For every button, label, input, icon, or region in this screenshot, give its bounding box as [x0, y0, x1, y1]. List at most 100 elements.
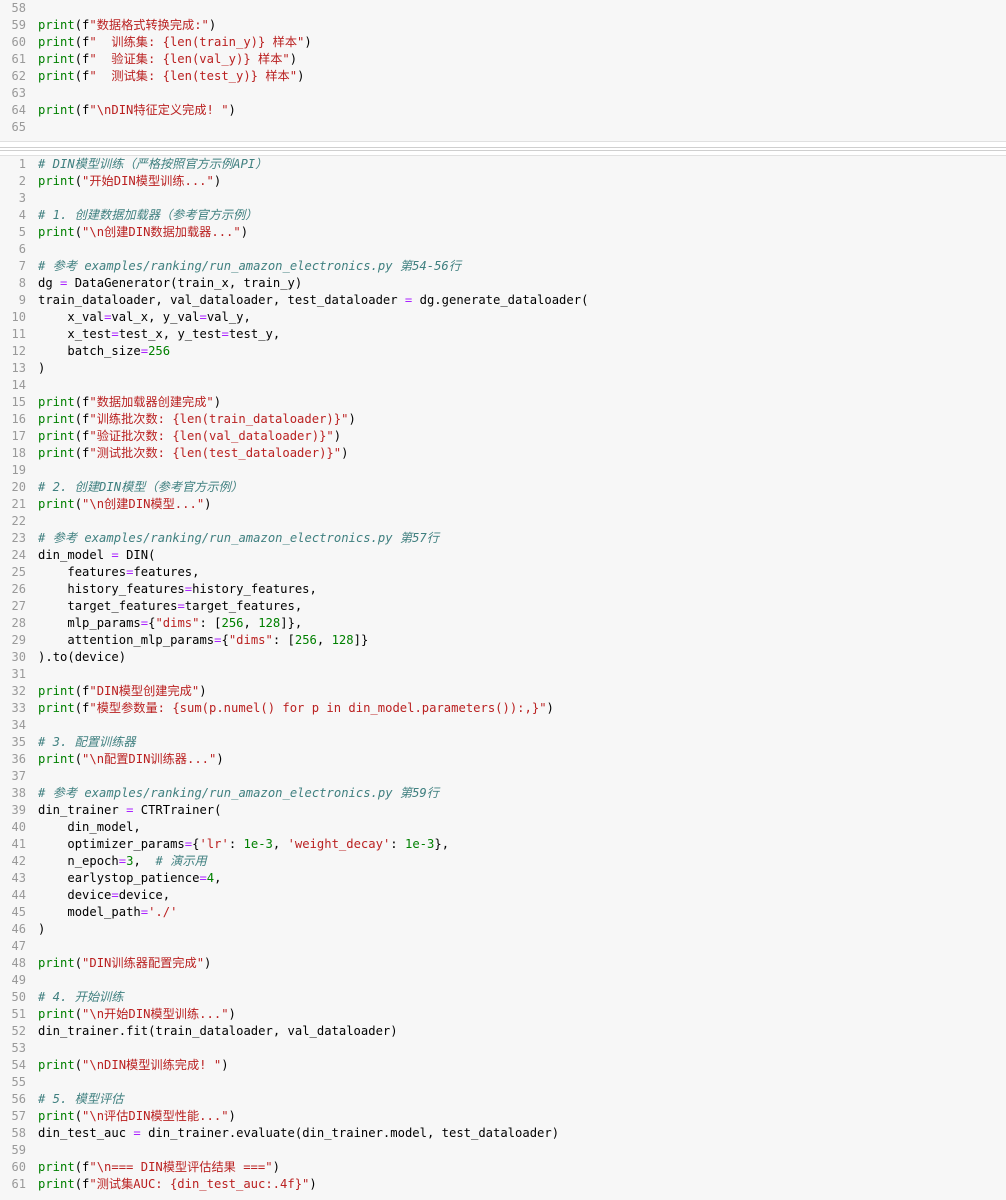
line-number: 34	[11, 718, 26, 732]
code-line[interactable]: 13)	[0, 360, 1006, 377]
code-line[interactable]: 39 din_trainer = CTRTrainer(	[0, 802, 1006, 819]
code-line[interactable]: 38 # 参考 examples/ranking/run_amazon_elect…	[0, 785, 1006, 802]
code-cell-bottom[interactable]: 1 # DIN模型训练（严格按照官方示例API） 2 print("开始DIN模型训练…	[0, 155, 1006, 1200]
code-line[interactable]: 25 features=features,	[0, 564, 1006, 581]
line-number: 60	[11, 1160, 26, 1174]
code-line[interactable]: 34	[0, 717, 1006, 734]
code-line[interactable]: 46)	[0, 921, 1006, 938]
line-number: 48	[11, 956, 26, 970]
code-line[interactable]: 12 batch_size=256	[0, 343, 1006, 360]
line-number: 29	[11, 633, 26, 647]
code-line[interactable]: 20 # 2. 创建DIN模型（参考官方示例）	[0, 479, 1006, 496]
line-number: 61	[11, 52, 26, 66]
code-line[interactable]: 43 earlystop_patience=4,	[0, 870, 1006, 887]
line-code: # 4. 开始训练	[38, 990, 124, 1004]
line-number: 60	[11, 35, 26, 49]
code-line[interactable]: 1 # DIN模型训练（严格按照官方示例API）	[0, 156, 1006, 173]
code-line[interactable]: 33 print(f"模型参数量: {sum(p.numel() for p in…	[0, 700, 1006, 717]
code-line[interactable]: 42 n_epoch=3, # 演示用	[0, 853, 1006, 870]
code-line[interactable]: 16 print(f"训练批次数: {len(train_dataloader)}…	[0, 411, 1006, 428]
line-number: 54	[11, 1058, 26, 1072]
code-line[interactable]: 44 device=device,	[0, 887, 1006, 904]
code-line[interactable]: 5 print("\n创建DIN数据加载器...")	[0, 224, 1006, 241]
code-line[interactable]: 62 print(f" 测试集: {len(test_y)} 样本")	[0, 68, 1006, 85]
code-line[interactable]: 2 print("开始DIN模型训练...")	[0, 173, 1006, 190]
code-line[interactable]: 59 print(f"数据格式转换完成:")	[0, 17, 1006, 34]
code-line[interactable]: 27 target_features=target_features,	[0, 598, 1006, 615]
code-line[interactable]: 53	[0, 1040, 1006, 1057]
code-line[interactable]: 7 # 参考 examples/ranking/run_amazon_electr…	[0, 258, 1006, 275]
code-line[interactable]: 8 dg = DataGenerator(train_x, train_y)	[0, 275, 1006, 292]
code-line[interactable]: 19	[0, 462, 1006, 479]
code-line[interactable]: 40 din_model,	[0, 819, 1006, 836]
code-line[interactable]: 18 print(f"测试批次数: {len(test_dataloader)}"…	[0, 445, 1006, 462]
code-line[interactable]: 52 din_trainer.fit(train_dataloader, val_…	[0, 1023, 1006, 1040]
code-line[interactable]: 14	[0, 377, 1006, 394]
line-code: print(f"数据加载器创建完成")	[38, 395, 222, 409]
line-number: 39	[11, 803, 26, 817]
code-line[interactable]: 64 print(f"\nDIN特征定义完成! ")	[0, 102, 1006, 119]
code-line[interactable]: 31	[0, 666, 1006, 683]
code-line[interactable]: 11 x_test=test_x, y_test=test_y,	[0, 326, 1006, 343]
code-line[interactable]: 4 # 1. 创建数据加载器（参考官方示例）	[0, 207, 1006, 224]
line-number: 10	[11, 310, 26, 324]
code-line[interactable]: 61 print(f" 验证集: {len(val_y)} 样本")	[0, 51, 1006, 68]
code-line[interactable]: 47	[0, 938, 1006, 955]
code-line[interactable]: 24 din_model = DIN(	[0, 547, 1006, 564]
code-line[interactable]: 28 mlp_params={"dims": [256, 128]},	[0, 615, 1006, 632]
code-line[interactable]: 65	[0, 119, 1006, 136]
code-line[interactable]: 30).to(device)	[0, 649, 1006, 666]
code-line[interactable]: 9 train_dataloader, val_dataloader, test_…	[0, 292, 1006, 309]
line-code: print(f"测试集AUC: {din_test_auc:.4f}")	[38, 1177, 317, 1191]
line-number: 4	[18, 208, 26, 222]
code-line[interactable]: 35 # 3. 配置训练器	[0, 734, 1006, 751]
code-line[interactable]: 49	[0, 972, 1006, 989]
line-code: x_test=test_x, y_test=test_y,	[67, 327, 281, 341]
code-line[interactable]: 21 print("\n创建DIN模型...")	[0, 496, 1006, 513]
line-number: 36	[11, 752, 26, 766]
line-number: 44	[11, 888, 26, 902]
code-line[interactable]: 58 din_test_auc = din_trainer.evaluate(di…	[0, 1125, 1006, 1142]
line-number: 53	[11, 1041, 26, 1055]
code-line[interactable]: 32 print(f"DIN模型创建完成")	[0, 683, 1006, 700]
code-line[interactable]: 23 # 参考 examples/ranking/run_amazon_elect…	[0, 530, 1006, 547]
code-line[interactable]: 48 print("DIN训练器配置完成")	[0, 955, 1006, 972]
code-line[interactable]: 37	[0, 768, 1006, 785]
code-line[interactable]: 58	[0, 0, 1006, 17]
code-line[interactable]: 50 # 4. 开始训练	[0, 989, 1006, 1006]
code-line[interactable]: 41 optimizer_params={'lr': 1e-3, 'weight…	[0, 836, 1006, 853]
line-code: attention_mlp_params={"dims": [256, 128]…	[67, 633, 369, 647]
code-line[interactable]: 22	[0, 513, 1006, 530]
code-line[interactable]: 60 print(f" 训练集: {len(train_y)} 样本")	[0, 34, 1006, 51]
line-number: 17	[11, 429, 26, 443]
line-code: earlystop_patience=4,	[67, 871, 222, 885]
code-line[interactable]: 55	[0, 1074, 1006, 1091]
line-code: print(f"\nDIN特征定义完成! ")	[38, 103, 236, 117]
code-line[interactable]: 15 print(f"数据加载器创建完成")	[0, 394, 1006, 411]
line-number: 62	[11, 69, 26, 83]
line-code: din_trainer.fit(train_dataloader, val_da…	[38, 1024, 398, 1038]
code-line[interactable]: 17 print(f"验证批次数: {len(val_dataloader)}")	[0, 428, 1006, 445]
code-line[interactable]: 10 x_val=val_x, y_val=val_y,	[0, 309, 1006, 326]
code-line[interactable]: 59	[0, 1142, 1006, 1159]
code-line[interactable]: 3	[0, 190, 1006, 207]
code-cell-top[interactable]: 58 59 print(f"数据格式转换完成:") 60 print(f" 训练集: {…	[0, 0, 1006, 142]
line-number: 25	[11, 565, 26, 579]
code-line[interactable]: 51 print("\n开始DIN模型训练...")	[0, 1006, 1006, 1023]
code-line[interactable]: 26 history_features=history_features,	[0, 581, 1006, 598]
line-number: 6	[18, 242, 26, 256]
line-code: # DIN模型训练（严格按照官方示例API）	[38, 157, 268, 171]
code-line[interactable]: 57 print("\n评估DIN模型性能...")	[0, 1108, 1006, 1125]
code-line[interactable]: 61 print(f"测试集AUC: {din_test_auc:.4f}")	[0, 1176, 1006, 1193]
code-line[interactable]: 45 model_path='./'	[0, 904, 1006, 921]
code-line[interactable]: 63	[0, 85, 1006, 102]
line-number: 32	[11, 684, 26, 698]
code-line[interactable]: 54 print("\nDIN模型训练完成! ")	[0, 1057, 1006, 1074]
code-line[interactable]: 56 # 5. 模型评估	[0, 1091, 1006, 1108]
code-line[interactable]: 29 attention_mlp_params={"dims": [256, 1…	[0, 632, 1006, 649]
code-line[interactable]: 36 print("\n配置DIN训练器...")	[0, 751, 1006, 768]
line-number: 21	[11, 497, 26, 511]
code-line[interactable]: 6	[0, 241, 1006, 258]
code-line[interactable]: 60 print(f"\n=== DIN模型评估结果 ===")	[0, 1159, 1006, 1176]
line-number: 5	[18, 225, 26, 239]
